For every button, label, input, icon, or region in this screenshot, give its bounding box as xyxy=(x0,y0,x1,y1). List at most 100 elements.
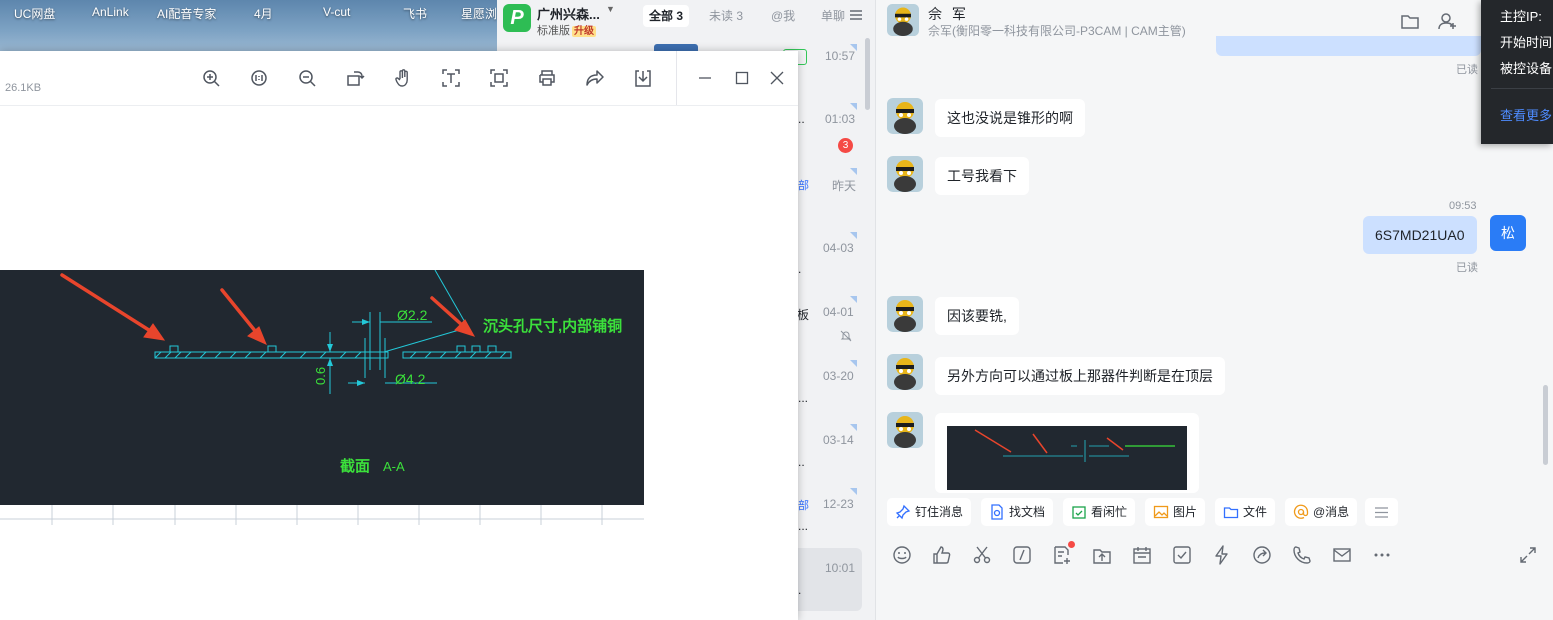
desktop-icon-label[interactable]: V-cut xyxy=(323,5,350,19)
sidebar-scrollbar[interactable] xyxy=(865,38,870,110)
add-user-icon[interactable] xyxy=(1438,11,1458,31)
toolbar-divider xyxy=(676,51,677,105)
command-icon[interactable] xyxy=(1012,545,1032,565)
fold-marker xyxy=(850,360,857,367)
expand-icon[interactable] xyxy=(1518,545,1538,565)
avatar[interactable] xyxy=(887,156,923,192)
desktop-icon-label[interactable]: UC网盘 xyxy=(14,5,55,22)
image-icon xyxy=(1153,505,1169,519)
dimension-label: 0.6 xyxy=(313,367,328,385)
dimension-label: Ø2.2 xyxy=(397,307,428,323)
images-button[interactable]: 图片 xyxy=(1145,498,1206,526)
conversation-time: 03-14 xyxy=(823,433,854,447)
conversation-time: 04-01 xyxy=(823,305,854,319)
scissors-icon[interactable] xyxy=(972,545,992,565)
zoom-in-icon[interactable] xyxy=(201,68,221,88)
phone-icon[interactable] xyxy=(1292,545,1312,565)
filter-tab-unread[interactable]: 未读 3 xyxy=(703,5,749,27)
message-bubble[interactable]: 另外方向可以通过板上那器件判断是在顶层 xyxy=(935,357,1225,395)
conversation-preview: .. xyxy=(798,455,805,469)
contact-name[interactable]: 佘 军 xyxy=(928,4,969,24)
avatar[interactable] xyxy=(887,98,923,134)
conversation-tag: 部 xyxy=(798,180,809,192)
conversation-time: 昨天 xyxy=(832,179,857,193)
text-recognize-icon[interactable] xyxy=(441,68,461,88)
desktop-background: UC网盘 AnLink AI配音专家 4月 V-cut 飞书 星愿浏 xyxy=(0,0,500,52)
message-bubble[interactable]: 因该要铣, xyxy=(935,297,1019,335)
rotate-icon[interactable] xyxy=(345,68,365,88)
upload-icon[interactable] xyxy=(1092,545,1112,565)
view-more-link[interactable]: 查看更多 xyxy=(1500,105,1552,124)
conversation-preview: 板 xyxy=(797,308,810,322)
calendar-icon[interactable] xyxy=(1132,545,1152,565)
fold-marker xyxy=(850,168,857,175)
scan-icon[interactable] xyxy=(489,68,509,88)
download-icon[interactable] xyxy=(633,68,653,88)
message-bubble[interactable] xyxy=(1216,36,1481,56)
fold-marker xyxy=(850,44,857,51)
button-label: 看闲忙 xyxy=(1091,505,1128,519)
thumbs-up-icon[interactable] xyxy=(932,545,952,565)
desktop-icon-label[interactable]: AnLink xyxy=(92,5,129,19)
more-actions-button[interactable] xyxy=(1365,498,1398,526)
pin-message-button[interactable]: 钉住消息 xyxy=(887,498,972,526)
avatar[interactable] xyxy=(887,4,919,36)
fit-icon[interactable] xyxy=(249,68,269,88)
maximize-icon[interactable] xyxy=(735,71,749,85)
cad-drawing[interactable]: Ø2.2 Ø4.2 0.6 沉头孔尺寸,内部铺铜 截面 A-A xyxy=(0,270,644,505)
upgrade-badge[interactable]: 升级 xyxy=(572,26,596,37)
conversation-preview: . xyxy=(798,262,802,276)
desktop-icon-label[interactable]: 4月 xyxy=(254,5,273,22)
filter-tab-single[interactable]: 单聊 xyxy=(815,5,851,27)
avatar[interactable] xyxy=(887,296,923,332)
menu-icon[interactable] xyxy=(849,8,863,22)
fold-marker xyxy=(850,424,857,431)
files-button[interactable]: 文件 xyxy=(1215,498,1276,526)
drawing-grid xyxy=(0,505,644,525)
org-plan: 标准版 升级 xyxy=(537,22,596,38)
close-icon[interactable] xyxy=(770,71,784,85)
image-thumbnail[interactable] xyxy=(947,426,1187,490)
conversation-item-selected[interactable] xyxy=(798,548,862,611)
check-availability-button[interactable]: 看闲忙 xyxy=(1063,498,1136,526)
conversation-preview: . xyxy=(798,583,802,597)
conversation-tag: 部 xyxy=(798,500,809,512)
mail-icon[interactable] xyxy=(1332,545,1352,565)
message-bubble[interactable]: 这也没说是锥形的啊 xyxy=(935,99,1085,137)
find-doc-button[interactable]: 找文档 xyxy=(981,498,1054,526)
annotation-text: 沉头孔尺寸,内部铺铜 xyxy=(483,317,622,335)
avatar[interactable] xyxy=(887,354,923,390)
mentions-button[interactable]: @消息 xyxy=(1285,498,1358,526)
conversation-preview: ... xyxy=(798,519,809,533)
zoom-out-icon[interactable] xyxy=(297,68,317,88)
hand-icon[interactable] xyxy=(393,68,413,88)
emoji-icon[interactable] xyxy=(892,545,912,565)
desktop-icon-label[interactable]: 飞书 xyxy=(403,5,427,22)
message-bubble[interactable]: 6S7MD21UA0 xyxy=(1363,216,1477,254)
org-name[interactable]: 广州兴森... xyxy=(537,4,600,23)
org-logo[interactable]: P xyxy=(503,4,531,32)
desktop-icon-label[interactable]: AI配音专家 xyxy=(157,5,216,22)
share-screen-icon[interactable] xyxy=(1252,545,1272,565)
filter-tab-all[interactable]: 全部 3 xyxy=(643,5,690,27)
message-bubble[interactable]: 工号我看下 xyxy=(935,157,1029,195)
share-icon[interactable] xyxy=(585,68,605,88)
avatar[interactable] xyxy=(887,412,923,448)
avatar[interactable]: 松 xyxy=(1490,215,1526,251)
contact-subtitle: 佘军(衡阳零一科技有限公司-P3CAM | CAM主管) xyxy=(928,24,1186,38)
conversation-preview: .. xyxy=(798,112,805,126)
lightning-icon[interactable] xyxy=(1212,545,1232,565)
task-icon[interactable] xyxy=(1172,545,1192,565)
chevron-down-icon[interactable]: ▼ xyxy=(606,4,615,14)
filter-tab-mention[interactable]: @我 xyxy=(765,5,801,27)
folder-icon[interactable] xyxy=(1400,11,1420,31)
divider xyxy=(1491,88,1553,89)
chat-scrollbar[interactable] xyxy=(1543,385,1548,465)
print-icon[interactable] xyxy=(537,68,557,88)
new-doc-icon[interactable] xyxy=(1052,545,1072,565)
minimize-icon[interactable] xyxy=(698,71,712,85)
plan-label: 标准版 xyxy=(537,25,570,37)
button-label: @消息 xyxy=(1313,505,1350,519)
more-icon[interactable] xyxy=(1372,545,1392,565)
desktop-icon-label[interactable]: 星愿浏 xyxy=(461,5,497,22)
